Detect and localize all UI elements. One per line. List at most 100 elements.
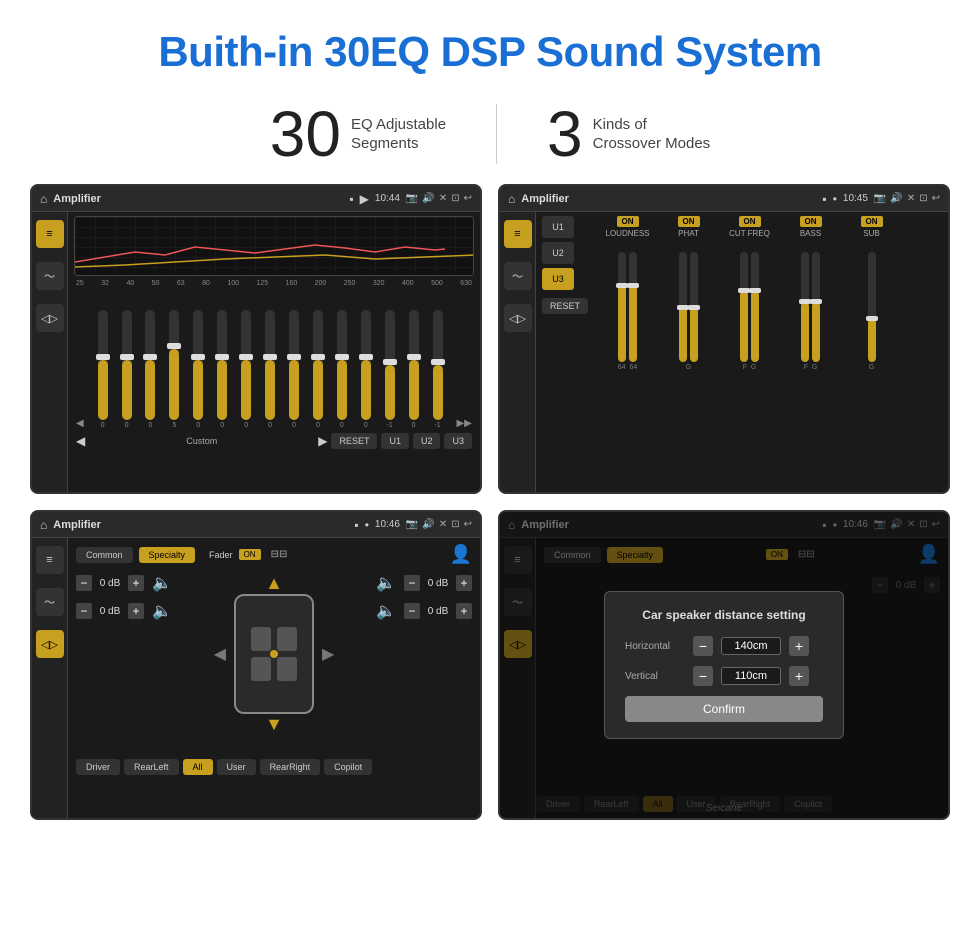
loudness-slider[interactable] [618, 252, 626, 362]
loudness-slider2[interactable] [629, 252, 637, 362]
vertical-value: 110cm [721, 667, 781, 685]
rl-plus[interactable]: + [128, 603, 144, 619]
zone-driver[interactable]: Driver [76, 759, 120, 775]
u1-btn[interactable]: U1 [381, 433, 409, 449]
save-icon2[interactable]: ▪ [822, 192, 826, 206]
left-arrow[interactable]: ◀ [76, 418, 84, 429]
eq-slider-3[interactable]: 5 [169, 310, 179, 429]
eq-slider-8[interactable]: 0 [289, 310, 299, 429]
rr-plus[interactable]: + [456, 603, 472, 619]
close-icon[interactable]: ✕ [439, 193, 447, 204]
fl-plus[interactable]: + [128, 575, 144, 591]
back-icon2[interactable]: ↩ [932, 193, 940, 204]
zone-user[interactable]: User [217, 759, 256, 775]
dialog-overlay: Car speaker distance setting Horizontal … [500, 512, 948, 818]
u3-channel-btn[interactable]: U3 [542, 268, 574, 290]
back-icon[interactable]: ↩ [464, 193, 472, 204]
eq-mode-btn[interactable]: ≡ [36, 220, 64, 248]
fullscreen-icon3[interactable]: ⊡ [451, 519, 459, 530]
fader-on[interactable]: ON [239, 549, 261, 560]
fl-minus[interactable]: − [76, 575, 92, 591]
eq-slider-13[interactable]: 0 [409, 310, 419, 429]
crossover-reset-btn[interactable]: RESET [542, 298, 588, 314]
car-down-arrow[interactable]: ▼ [265, 714, 283, 735]
prev-btn[interactable]: ◀ [76, 434, 85, 448]
cutfreq-on[interactable]: ON [739, 216, 761, 227]
page-header: Buith-in 30EQ DSP Sound System [0, 0, 980, 92]
dialog-title: Car speaker distance setting [625, 608, 823, 622]
eq-slider-4[interactable]: 0 [193, 310, 203, 429]
vol-btn2[interactable]: ◁▷ [504, 304, 532, 332]
car-up-arrow[interactable]: ▲ [265, 573, 283, 594]
wave-btn[interactable]: 〜 [36, 262, 64, 290]
u2-btn[interactable]: U2 [413, 433, 441, 449]
sub-on[interactable]: ON [861, 216, 883, 227]
vol-btn[interactable]: ◁▷ [36, 304, 64, 332]
specialty-btn[interactable]: Specialty [139, 547, 196, 563]
fr-minus[interactable]: − [404, 575, 420, 591]
rr-minus[interactable]: − [404, 603, 420, 619]
eq-slider-5[interactable]: 0 [217, 310, 227, 429]
car-left-arrow[interactable]: ◀ [214, 644, 226, 664]
right-arrow[interactable]: ▶▶ [456, 418, 471, 429]
play-icon[interactable]: ▶ [360, 192, 369, 206]
distance-dialog: Car speaker distance setting Horizontal … [604, 591, 844, 739]
eq-slider-2[interactable]: 0 [145, 310, 155, 429]
eq-slider-12[interactable]: -1 [385, 310, 395, 429]
seat-rl [251, 657, 271, 681]
eq-slider-10[interactable]: 0 [337, 310, 347, 429]
vertical-plus[interactable]: + [789, 666, 809, 686]
car-right-arrow[interactable]: ▶ [322, 644, 334, 664]
vol-btn3[interactable]: ◁▷ [36, 630, 64, 658]
eq-mode-btn2[interactable]: ≡ [504, 220, 532, 248]
screen3-sidebar: ≡ 〜 ◁▷ [32, 538, 68, 818]
zone-copilot[interactable]: Copilot [324, 759, 372, 775]
eq-slider-9[interactable]: 0 [313, 310, 323, 429]
home-icon3[interactable]: ⌂ [40, 518, 47, 532]
next-btn[interactable]: ▶ [318, 434, 327, 448]
eq-slider-7[interactable]: 0 [265, 310, 275, 429]
u1-channel-btn[interactable]: U1 [542, 216, 574, 238]
eq-slider-1[interactable]: 0 [122, 310, 132, 429]
rl-minus[interactable]: − [76, 603, 92, 619]
close-icon3[interactable]: ✕ [439, 519, 447, 530]
fullscreen-icon[interactable]: ⊡ [451, 193, 459, 204]
u3-btn[interactable]: U3 [444, 433, 472, 449]
phat-slider[interactable] [679, 252, 687, 362]
eq-slider-14[interactable]: -1 [433, 310, 443, 429]
close-icon2[interactable]: ✕ [907, 193, 915, 204]
bass-on[interactable]: ON [800, 216, 822, 227]
u2-channel-btn[interactable]: U2 [542, 242, 574, 264]
phat-on[interactable]: ON [678, 216, 700, 227]
wave-btn2[interactable]: 〜 [504, 262, 532, 290]
home-icon2[interactable]: ⌂ [508, 192, 515, 206]
zone-rearright[interactable]: RearRight [260, 759, 321, 775]
loudness-on[interactable]: ON [617, 216, 639, 227]
horizontal-minus[interactable]: − [693, 636, 713, 656]
back-icon3[interactable]: ↩ [464, 519, 472, 530]
fader-slider-icon[interactable]: ⊟⊟ [271, 549, 288, 560]
phat-slider2[interactable] [690, 252, 698, 362]
home-icon[interactable]: ⌂ [40, 192, 47, 206]
common-btn[interactable]: Common [76, 547, 133, 563]
cutfreq-slider2[interactable] [751, 252, 759, 362]
horizontal-plus[interactable]: + [789, 636, 809, 656]
save-icon[interactable]: ▪ [349, 192, 353, 206]
cutfreq-slider[interactable] [740, 252, 748, 362]
zone-rearleft[interactable]: RearLeft [124, 759, 179, 775]
bass-slider2[interactable] [812, 252, 820, 362]
confirm-button[interactable]: Confirm [625, 696, 823, 722]
eq-slider-6[interactable]: 0 [241, 310, 251, 429]
wave-btn3[interactable]: 〜 [36, 588, 64, 616]
eq-slider-11[interactable]: 0 [361, 310, 371, 429]
sub-slider[interactable] [868, 252, 876, 362]
save-icon3[interactable]: ▪ [354, 518, 358, 532]
reset-btn[interactable]: RESET [331, 433, 377, 449]
vertical-minus[interactable]: − [693, 666, 713, 686]
eq-slider-0[interactable]: 0 [98, 310, 108, 429]
fullscreen-icon2[interactable]: ⊡ [919, 193, 927, 204]
bass-slider[interactable] [801, 252, 809, 362]
zone-all[interactable]: All [183, 759, 213, 775]
fr-plus[interactable]: + [456, 575, 472, 591]
eq-mode-btn3[interactable]: ≡ [36, 546, 64, 574]
